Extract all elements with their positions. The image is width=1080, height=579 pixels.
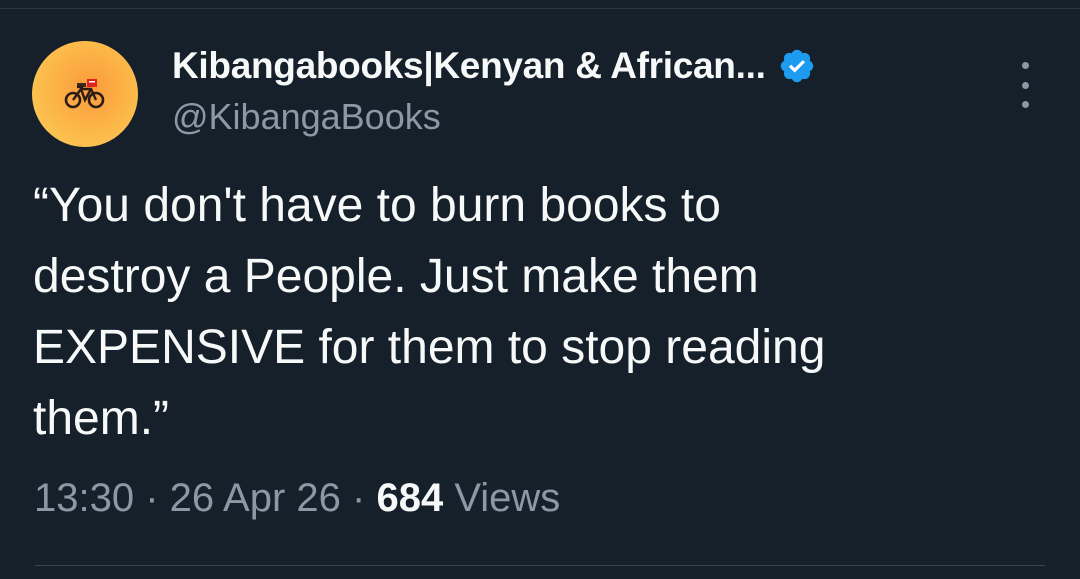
verified-badge-icon[interactable]: [778, 47, 816, 85]
more-dot-icon: [1021, 81, 1029, 89]
tweet-meta: 13:30 · 26 Apr 26 · 684 Views: [34, 476, 560, 521]
tweet-header: Kibangabooks|Kenyan & African... @Kibang…: [172, 40, 816, 138]
bottom-divider: [35, 565, 1045, 566]
bicycle-books-logo-icon: [64, 79, 105, 109]
tweet-date[interactable]: 26 Apr 26: [170, 476, 341, 520]
user-handle[interactable]: @KibangaBooks: [172, 96, 816, 138]
more-dot-icon: [1021, 62, 1029, 69]
tweet-time[interactable]: 13:30: [34, 476, 134, 520]
tweet-text: “You don't have to burn books to destroy…: [33, 179, 826, 445]
more-dot-icon: [1021, 101, 1029, 108]
display-name[interactable]: Kibangabooks|Kenyan & African...: [172, 45, 766, 87]
more-options-button[interactable]: [1010, 62, 1040, 108]
meta-separator: ·: [134, 476, 170, 520]
views-count[interactable]: 684: [376, 476, 443, 520]
top-divider: [0, 8, 1080, 9]
name-row: Kibangabooks|Kenyan & African...: [172, 40, 816, 92]
avatar[interactable]: [32, 41, 138, 147]
views-label: Views: [443, 476, 561, 520]
meta-separator: ·: [340, 476, 377, 520]
